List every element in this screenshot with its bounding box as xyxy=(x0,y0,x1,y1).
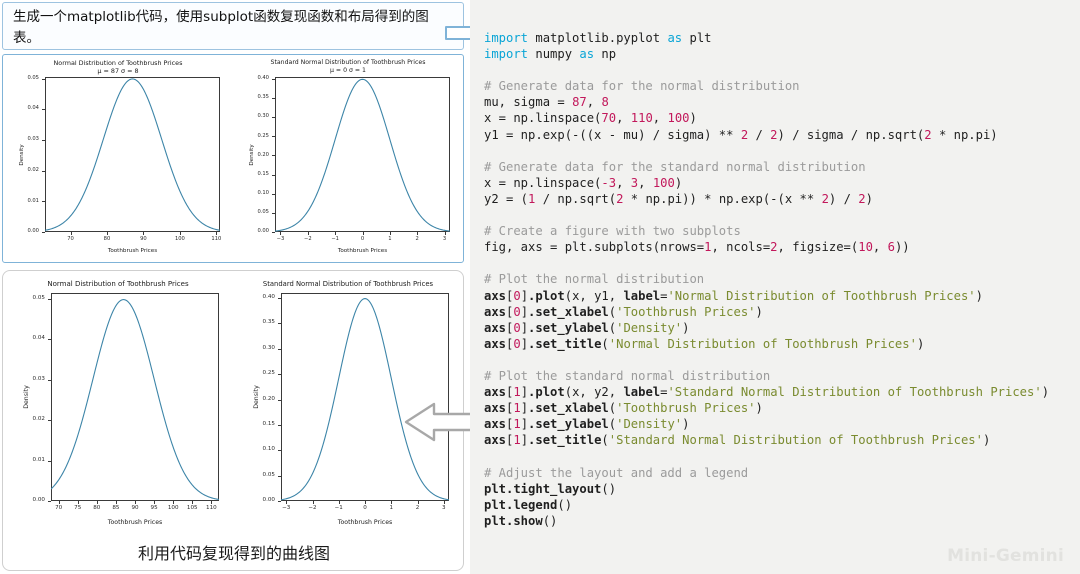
code-token: 2 xyxy=(924,127,932,142)
code-token: 'Density' xyxy=(616,417,683,432)
code-token: # Generate data for the standard normal … xyxy=(484,159,866,174)
code-token: axs xyxy=(484,433,507,448)
code-token: 87 xyxy=(572,95,587,110)
code-token: 2 xyxy=(740,127,749,142)
code-token: # Plot the standard normal distribution xyxy=(484,368,771,383)
code-token: 0 xyxy=(513,304,521,319)
code-token: .plot xyxy=(528,288,565,303)
code-token: 10 xyxy=(858,240,873,255)
code-token: # Generate data for the normal distribut… xyxy=(484,79,800,94)
code-token: 2 xyxy=(616,191,624,206)
code-token: as xyxy=(667,31,683,45)
code-token: axs xyxy=(484,304,507,319)
code-token: axs xyxy=(484,288,507,303)
left-column: 生成一个matplotlib代码，使用subplot函数复现函数和布局得到的图表… xyxy=(0,0,517,574)
prompt-text: 生成一个matplotlib代码，使用subplot函数复现函数和布局得到的图表… xyxy=(13,9,429,46)
code-token: import xyxy=(484,47,529,62)
figure-caption: 利用代码复现得到的曲线图 xyxy=(137,544,330,563)
code-token: import xyxy=(484,31,529,45)
code-token: 6 xyxy=(887,240,895,255)
code-token: 1 xyxy=(513,385,521,400)
code-token: .set_xlabel xyxy=(528,401,609,416)
code-token: axs xyxy=(484,336,507,351)
code-token: as xyxy=(579,47,595,62)
reproduced-charts-row: Normal Distribution of Toothbrush Prices… xyxy=(3,271,463,536)
code-token: 8 xyxy=(601,95,609,110)
code-token: .set_ylabel xyxy=(528,417,609,432)
code-token: 0 xyxy=(513,320,521,335)
code-token: plt.tight_layout xyxy=(484,481,602,496)
code-token: 2 xyxy=(770,240,778,255)
code-token: plt.legend xyxy=(484,497,558,512)
code-token: 1 xyxy=(513,433,521,448)
code-token: 'Density' xyxy=(616,320,683,335)
code-panel: import matplotlib.pyplot as plt import n… xyxy=(470,0,1080,574)
density-curve xyxy=(275,78,450,232)
code-token: -3 xyxy=(601,175,617,190)
original-figure-panel: Normal Distribution of Toothbrush Prices… xyxy=(2,54,464,263)
curve-layer xyxy=(51,299,219,501)
code-token: 3 xyxy=(630,175,639,190)
code-token: 'Standard Normal Distribution of Toothbr… xyxy=(667,385,1042,400)
code-token: plt.show xyxy=(484,513,543,528)
code-token: 1 xyxy=(513,401,521,416)
code-token: 70 xyxy=(601,111,617,126)
density-curve xyxy=(45,78,220,231)
code-token: 0 xyxy=(513,288,521,303)
curve-layer xyxy=(275,78,450,232)
reproduced-figure-panel: Normal Distribution of Toothbrush Prices… xyxy=(2,270,464,571)
code-token: 1 xyxy=(513,417,521,432)
code-block[interactable]: import matplotlib.pyplot as plt import n… xyxy=(484,30,1080,529)
code-token: label xyxy=(623,385,661,400)
code-token: 0 xyxy=(513,336,521,351)
prompt-box: 生成一个matplotlib代码，使用subplot函数复现函数和布局得到的图表… xyxy=(2,2,464,50)
code-token: .set_title xyxy=(528,433,602,448)
code-token: # Adjust the layout and add a legend xyxy=(484,465,749,480)
code-token: axs xyxy=(484,401,507,416)
code-token: # Create a figure with two subplots xyxy=(484,224,741,239)
chart-reproduced-normal: Normal Distribution of Toothbrush Prices… xyxy=(3,271,233,536)
code-token: axs xyxy=(484,385,507,400)
code-token: 110 xyxy=(630,111,653,126)
code-token: .plot xyxy=(528,385,565,400)
density-curve xyxy=(51,299,219,501)
code-token: 'Standard Normal Distribution of Toothbr… xyxy=(608,433,983,448)
code-token: 100 xyxy=(652,175,675,190)
code-token: .set_ylabel xyxy=(528,320,609,335)
code-token: label xyxy=(623,288,661,303)
code-token: 1 xyxy=(528,191,536,206)
code-token: axs xyxy=(484,417,507,432)
code-token: 'Toothbrush Prices' xyxy=(616,401,756,416)
screenshot-root: 生成一个matplotlib代码，使用subplot函数复现函数和布局得到的图表… xyxy=(0,0,1080,574)
code-token: 100 xyxy=(667,111,690,126)
code-token: 'Normal Distribution of Toothbrush Price… xyxy=(608,336,917,351)
code-token: 2 xyxy=(858,191,866,206)
code-token: .set_title xyxy=(528,336,602,351)
watermark: Mini-Gemini xyxy=(947,546,1064,566)
curve-layer xyxy=(45,78,220,231)
code-token: # Plot the normal distribution xyxy=(484,272,705,287)
code-token: axs xyxy=(484,320,507,335)
code-token: 2 xyxy=(770,127,778,142)
code-token: 1 xyxy=(704,240,712,255)
code-token: .set_xlabel xyxy=(528,304,609,319)
code-token: 'Normal Distribution of Toothbrush Price… xyxy=(667,288,976,303)
original-charts-row: Normal Distribution of Toothbrush Prices… xyxy=(3,55,463,262)
chart-original-normal: Normal Distribution of Toothbrush Prices… xyxy=(3,55,233,262)
code-token: 2 xyxy=(821,191,829,206)
chart-original-standard-normal: Standard Normal Distribution of Toothbru… xyxy=(233,55,463,262)
code-token: 'Toothbrush Prices' xyxy=(616,304,756,319)
